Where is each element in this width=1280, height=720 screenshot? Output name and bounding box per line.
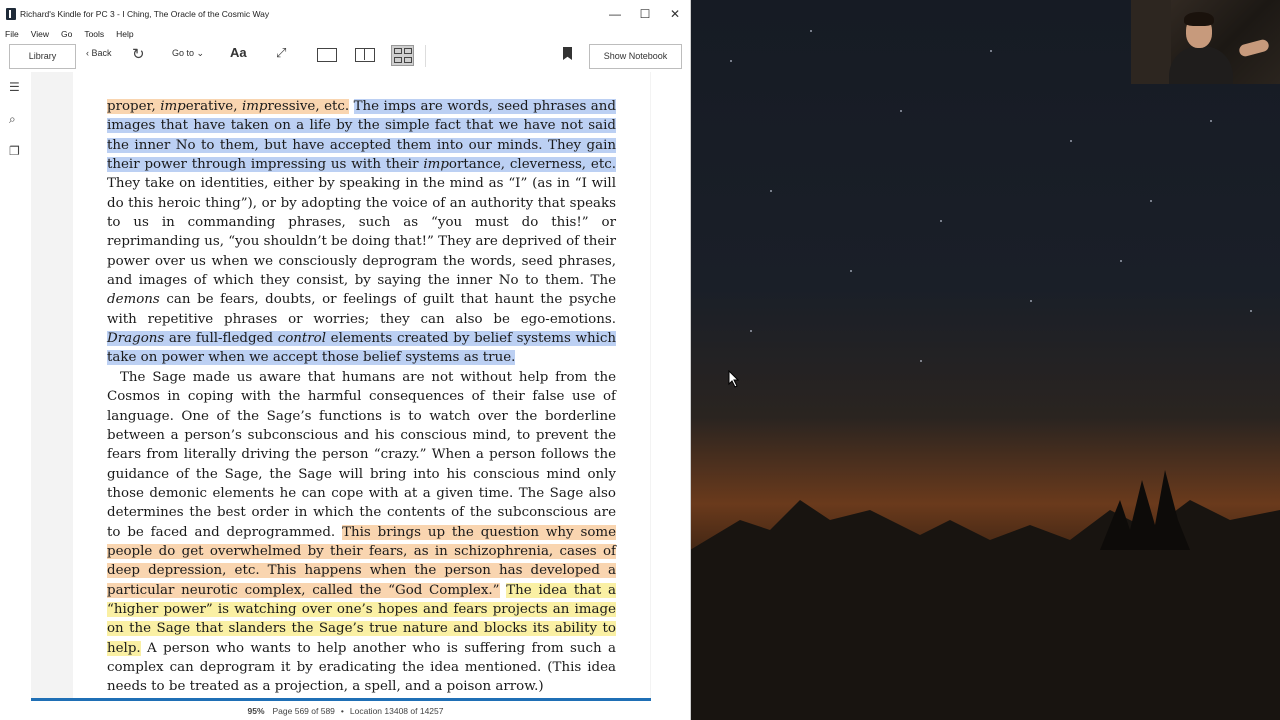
text-span: control [277,331,327,347]
reader-toolbar: Library ‹ Back ↻ Go to ⌄ Aa ⤢ Show Noteb… [0,42,691,70]
text-span: can be fears, doubts, or feelings of gui… [107,292,616,327]
sync-icon[interactable]: ↻ [132,45,145,63]
page-flip-icon[interactable] [391,45,414,66]
single-column-icon[interactable] [317,48,337,62]
show-notebook-button[interactable]: Show Notebook [589,43,682,69]
flashcards-icon[interactable]: ❐ [9,144,20,158]
highlight-orange[interactable]: proper, imperative, impressive, etc. [107,99,350,114]
search-icon[interactable]: ⌕ [9,112,16,127]
paragraph-2: The Sage made us aware that humans are n… [107,368,617,697]
webcam-overlay [1131,0,1280,84]
menu-tools[interactable]: Tools [84,29,104,39]
text-span: A person who wants to help another who i… [107,640,616,695]
library-button[interactable]: Library [9,43,76,69]
text-span: Dragons [107,331,165,347]
two-column-icon[interactable] [355,48,375,62]
text-span: ortance, cleverness, etc. [448,157,616,173]
text-span: imp [423,157,449,173]
close-button[interactable]: ✕ [660,7,690,21]
fullscreen-icon[interactable]: ⤢ [276,45,286,61]
menu-help[interactable]: Help [116,29,133,39]
text-span: ressive, etc. [267,99,350,114]
mouse-cursor-icon [728,370,740,388]
goto-button[interactable]: Go to ⌄ [172,48,204,59]
toolbar-divider [425,45,426,67]
highlight-blue[interactable]: Dragons are full-fledged control element… [107,331,616,366]
kindle-app-icon [6,8,16,20]
text-span: demons [107,292,160,308]
location-indicator: Location 13408 of 14257 [349,705,444,716]
back-label: Back [91,48,112,58]
text-span: imp [160,99,186,114]
toc-icon[interactable]: ☰ [9,80,20,94]
window-title: Richard's Kindle for PC 3 - I Ching, The… [20,9,270,19]
bookmark-icon[interactable] [563,47,572,60]
kindle-window: Richard's Kindle for PC 3 - I Ching, The… [0,0,691,720]
menu-go[interactable]: Go [61,29,72,39]
book-text[interactable]: proper, imperative, impressive, etc. The… [107,97,617,697]
menu-view[interactable]: View [31,29,49,39]
mountain-silhouette [690,470,1280,720]
goto-label: Go to [172,48,195,58]
text-span: erative, [185,99,242,114]
page-indicator: Page 569 of 589 [272,705,335,716]
status-bar: 95% Page 569 of 589 • Location 13408 of … [0,701,691,720]
text-span: imp [241,99,268,114]
text-span: are full-fledged [164,331,278,347]
left-sidebar: ☰ ⌕ ❐ [0,72,31,702]
title-bar: Richard's Kindle for PC 3 - I Ching, The… [0,0,690,28]
desktop-wallpaper [690,0,1280,720]
text-span: They take on identities, either by speak… [107,176,616,289]
chevron-down-icon: ⌄ [196,48,205,58]
status-separator: • [340,705,344,716]
paragraph-1: proper, imperative, impressive, etc. The… [107,97,616,368]
minimize-button[interactable]: — [600,7,630,21]
menu-file[interactable]: File [5,29,19,39]
text-span: The Sage made us aware that humans are n… [107,369,616,540]
menu-bar: File View Go Tools Help [0,28,690,40]
back-button[interactable]: ‹ Back [86,48,112,58]
text-span: proper, [107,99,161,114]
maximize-button[interactable]: ☐ [630,7,660,21]
font-settings-button[interactable]: Aa [230,45,247,60]
progress-percent: 95% [247,705,265,716]
